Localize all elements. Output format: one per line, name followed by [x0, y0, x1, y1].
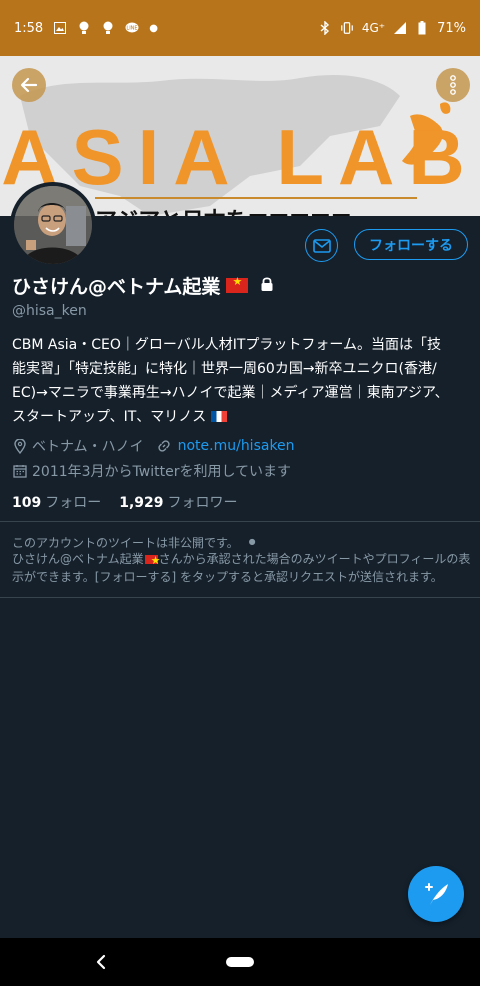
- follow-button[interactable]: フォローする: [354, 229, 468, 260]
- bio-line: スタートアップ、IT、マリノス: [12, 409, 207, 425]
- more-options-button[interactable]: [436, 68, 470, 102]
- bluetooth-icon: [318, 21, 332, 35]
- bulb-notification-icon: [77, 21, 91, 35]
- calendar-icon: [12, 463, 28, 479]
- battery-icon: [415, 21, 429, 35]
- profile-bio: CBM Asia・CEO｜グローバル人材ITプラットフォーム。当面は「技 能実習…: [12, 333, 470, 429]
- system-home-pill[interactable]: [226, 957, 254, 967]
- display-name: ひさけん@ベトナム起業: [12, 276, 221, 298]
- image-notification-icon: [53, 21, 67, 35]
- network-type: 4G⁺: [361, 21, 386, 35]
- lock-icon: [260, 275, 274, 297]
- section-divider: [0, 521, 480, 522]
- bulb-notification-icon-2: [101, 21, 115, 35]
- mail-icon: [312, 238, 331, 253]
- user-handle: @hisa_ken: [12, 303, 87, 319]
- profile-avatar[interactable]: [10, 182, 96, 268]
- compose-tweet-icon: [425, 883, 448, 905]
- following-count-link[interactable]: 109 フォロー: [12, 492, 101, 512]
- line-app-icon: LINE: [125, 21, 139, 35]
- section-divider-2: [0, 597, 480, 598]
- vietnam-flag-small-icon: [144, 552, 161, 570]
- status-bar: 1:58 LINE ● 4G⁺ 71%: [0, 0, 480, 56]
- followers-label: フォロワー: [167, 495, 238, 511]
- vietnam-flag-icon: [226, 275, 249, 293]
- following-count: 109: [12, 495, 42, 511]
- display-name-row: ひさけん@ベトナム起業: [12, 272, 274, 299]
- protected-notice-name: ひさけん@ベトナム起業: [12, 552, 144, 566]
- compose-tweet-button[interactable]: [408, 866, 464, 922]
- signal-icon: [393, 21, 407, 35]
- protected-notice-title: このアカウントのツイートは非公開です。 ●: [12, 534, 256, 551]
- link-icon: [156, 438, 172, 454]
- bio-line: CBM Asia・CEO｜グローバル人材ITプラットフォーム。当面は「技: [12, 337, 442, 353]
- profile-joined-date: 2011年3月からTwitterを利用しています: [32, 464, 292, 480]
- protected-notice-body: ひさけん@ベトナム起業さんから承認された場合のみツイートやプロフィールの表示がで…: [12, 550, 472, 586]
- banner-subtitle: アジアと日本を■■■■■: [95, 203, 417, 216]
- follow-counts: 109 フォロー 1,929 フォロワー: [12, 492, 238, 512]
- info-dot-icon: ●: [248, 537, 256, 546]
- bio-line-last: スタートアップ、IT、マリノス: [12, 405, 470, 429]
- more-vertical-icon: [450, 75, 456, 95]
- banner-divider: [95, 197, 417, 199]
- bio-line: 能実習」「特定技能」に特化｜世界一周60カ国→新卒ユニクロ(香港/: [12, 361, 437, 377]
- profile-website-link[interactable]: note.mu/hisaken: [178, 438, 295, 454]
- battery-percentage: 71%: [437, 20, 466, 36]
- protected-notice-title-text: このアカウントのツイートは非公開です。: [12, 536, 239, 550]
- vibrate-icon: [340, 21, 354, 35]
- profile-location: ベトナム・ハノイ: [32, 439, 144, 455]
- following-label: フォロー: [45, 495, 102, 511]
- nav-back-chevron-icon: [96, 954, 106, 970]
- more-notifications-dot: ●: [149, 22, 158, 34]
- direct-message-button[interactable]: [305, 229, 338, 262]
- svg-text:LINE: LINE: [127, 26, 138, 32]
- avatar-photo: [14, 186, 92, 264]
- back-button[interactable]: [12, 68, 46, 102]
- followers-count-link[interactable]: 1,929 フォロワー: [119, 492, 237, 512]
- followers-count: 1,929: [119, 495, 164, 511]
- bio-line: EC)→マニラで事業再生→ハノイで起業｜メディア運営｜東南アジア、: [12, 385, 449, 401]
- status-time: 1:58: [14, 20, 44, 36]
- back-arrow-icon: [20, 77, 38, 93]
- france-flag-icon: [210, 411, 227, 422]
- profile-meta-location-row: ベトナム・ハノイ note.mu/hisaken: [12, 436, 295, 456]
- location-pin-icon: [12, 438, 28, 454]
- profile-meta-joined-row: 2011年3月からTwitterを利用しています: [12, 461, 291, 481]
- system-back-button[interactable]: [94, 952, 108, 976]
